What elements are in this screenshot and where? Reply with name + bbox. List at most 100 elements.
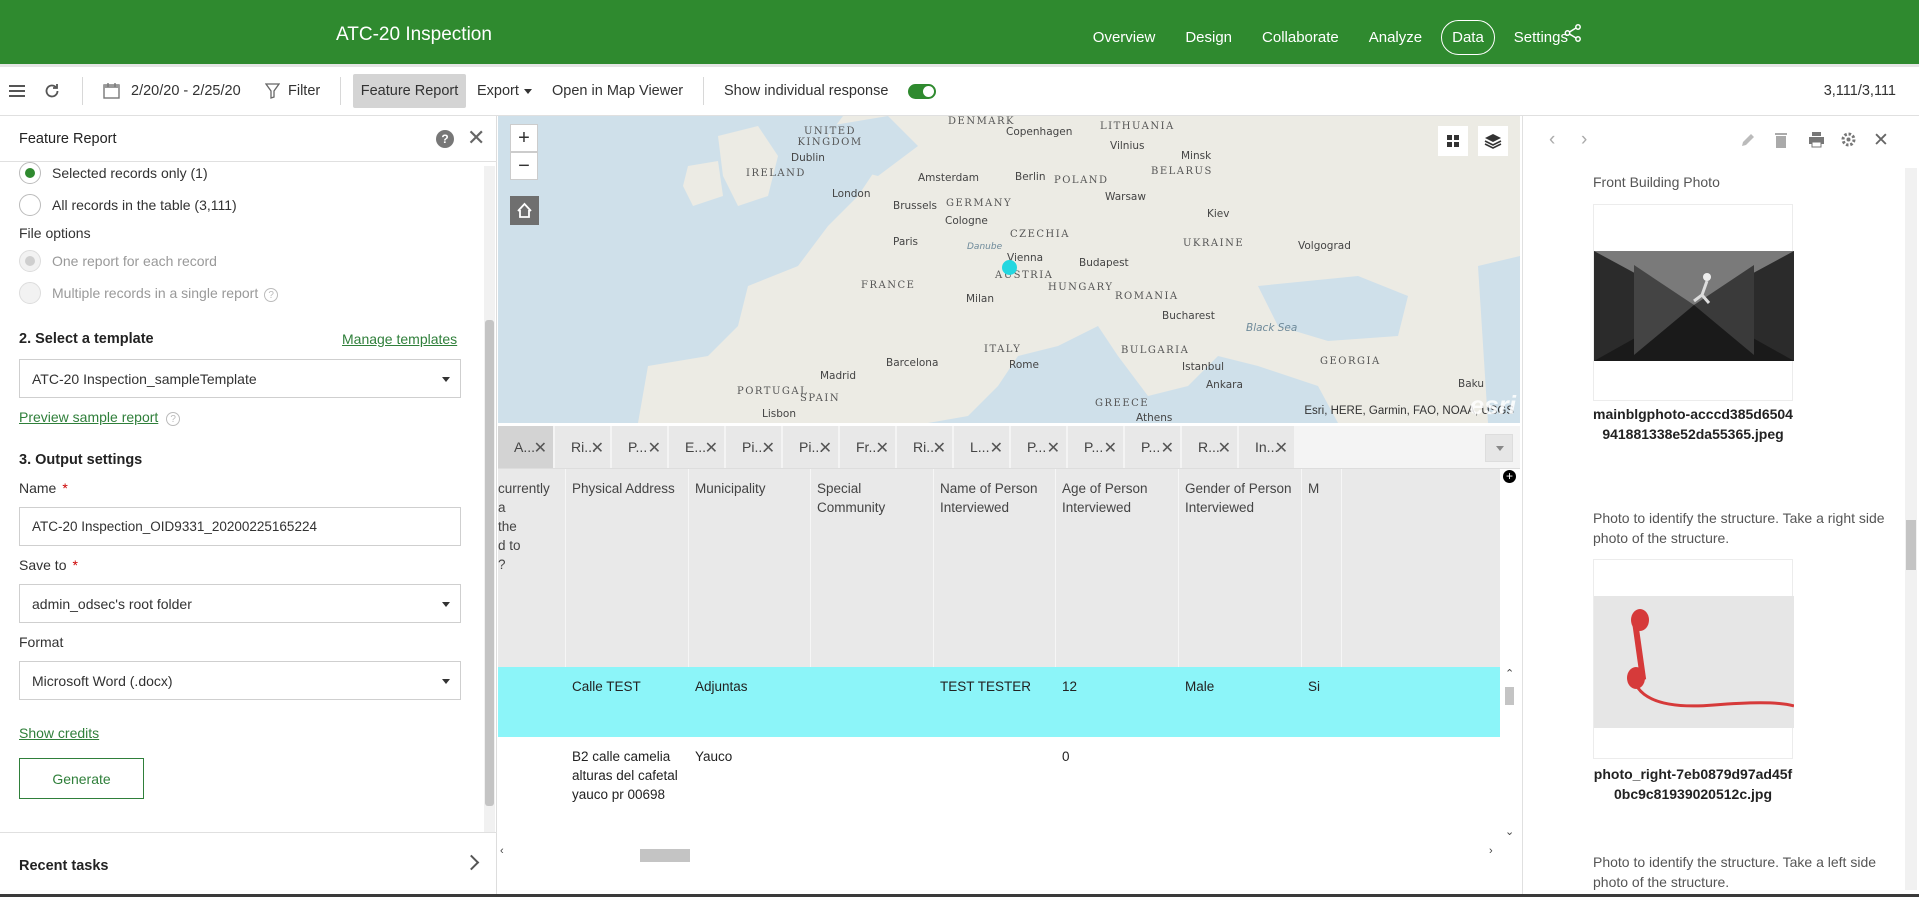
scroll-up-icon[interactable]: ⌃: [1505, 667, 1514, 680]
nav-overview[interactable]: Overview: [1082, 20, 1167, 55]
right-photo-card[interactable]: [1593, 559, 1795, 759]
column-tab[interactable]: P... ✕: [1125, 426, 1180, 468]
refresh-icon[interactable]: [43, 82, 61, 100]
template-select[interactable]: ATC-20 Inspection_sampleTemplate: [19, 359, 461, 398]
export-button[interactable]: Export: [477, 67, 532, 115]
open-map-viewer-button[interactable]: Open in Map Viewer: [552, 67, 683, 115]
edit-icon[interactable]: [1740, 132, 1756, 148]
scroll-down-icon[interactable]: ⌄: [1505, 825, 1514, 838]
menu-icon[interactable]: [9, 84, 25, 98]
column-tab[interactable]: Pi... ✕: [726, 426, 781, 468]
close-icon[interactable]: ✕: [705, 438, 718, 458]
close-icon[interactable]: ✕: [876, 438, 889, 458]
home-button[interactable]: [510, 196, 539, 225]
radio-each-record[interactable]: [19, 250, 41, 272]
nav-collaborate[interactable]: Collaborate: [1251, 20, 1350, 55]
table-vertical-scrollbar[interactable]: ⌃ ⌄: [1503, 667, 1516, 842]
table-horizontal-scrollbar[interactable]: ‹ ›: [498, 842, 1500, 864]
close-icon[interactable]: ✕: [933, 438, 946, 458]
close-icon[interactable]: ✕: [762, 438, 775, 458]
close-icon[interactable]: ✕: [648, 438, 661, 458]
close-icon[interactable]: ✕: [819, 438, 832, 458]
share-icon[interactable]: [1564, 24, 1582, 42]
basemap-gallery-button[interactable]: [1438, 126, 1468, 156]
radio-all-records[interactable]: [19, 194, 41, 216]
format-select[interactable]: Microsoft Word (.docx): [19, 661, 461, 700]
close-icon[interactable]: ✕: [467, 127, 485, 149]
column-tab[interactable]: Fr... ✕: [840, 426, 895, 468]
calendar-icon[interactable]: [103, 82, 120, 99]
date-range[interactable]: 2/20/20 - 2/25/20: [131, 67, 241, 115]
tabs-menu-button[interactable]: [1485, 434, 1513, 462]
trash-icon[interactable]: [1774, 131, 1788, 148]
front-photo-card[interactable]: [1593, 204, 1794, 401]
zoom-out-button[interactable]: −: [510, 152, 538, 180]
column-header[interactable]: Municipality: [689, 469, 811, 667]
column-header[interactable]: Physical Address: [566, 469, 689, 667]
column-tab[interactable]: P... ✕: [1068, 426, 1123, 468]
column-tab[interactable]: In... ✕: [1239, 426, 1294, 468]
map-marker[interactable]: [1002, 260, 1017, 275]
panel-header: Feature Report ? ✕: [0, 116, 497, 162]
chevron-left-icon[interactable]: ‹: [1549, 129, 1555, 151]
radio-selected-only[interactable]: [19, 162, 41, 184]
column-tab[interactable]: P... ✕: [1011, 426, 1066, 468]
column-tab[interactable]: Ri... ✕: [555, 426, 610, 468]
column-tab[interactable]: P... ✕: [612, 426, 667, 468]
nav-analyze[interactable]: Analyze: [1358, 20, 1433, 55]
column-tab[interactable]: L... ✕: [954, 426, 1009, 468]
column-header[interactable]: Gender of Person Interviewed: [1179, 469, 1302, 667]
help-icon[interactable]: ?: [436, 130, 454, 148]
scroll-left-icon[interactable]: ‹: [500, 845, 504, 857]
gear-icon[interactable]: [1840, 131, 1857, 148]
generate-button[interactable]: Generate: [19, 758, 144, 799]
help-icon[interactable]: ?: [264, 288, 279, 302]
nav-data[interactable]: Data: [1441, 20, 1495, 55]
close-icon[interactable]: ✕: [990, 438, 1003, 458]
save-to-select[interactable]: admin_odsec's root folder: [19, 584, 461, 623]
add-column-icon[interactable]: +: [1503, 470, 1516, 483]
scroll-thumb[interactable]: [1906, 520, 1916, 570]
name-input[interactable]: ATC-20 Inspection_OID9331_20200225165224: [19, 507, 461, 546]
column-header[interactable]: Name of Person Interviewed: [934, 469, 1056, 667]
filter-button[interactable]: Filter: [288, 67, 320, 115]
close-icon[interactable]: ✕: [1047, 438, 1060, 458]
close-icon[interactable]: ✕: [1161, 438, 1174, 458]
close-icon[interactable]: ✕: [1275, 438, 1288, 458]
close-icon[interactable]: ✕: [591, 438, 604, 458]
scroll-thumb[interactable]: [1505, 687, 1514, 705]
close-icon[interactable]: ✕: [1104, 438, 1117, 458]
chevron-right-icon[interactable]: ›: [1581, 129, 1587, 151]
manage-templates-link[interactable]: Manage templates: [342, 331, 457, 347]
nav-design[interactable]: Design: [1174, 20, 1243, 55]
show-credits-link[interactable]: Show credits: [19, 725, 99, 741]
preview-sample-link[interactable]: Preview sample report: [19, 409, 158, 425]
recent-tasks-bar[interactable]: Recent tasks: [0, 832, 497, 894]
column-header[interactable]: currently a the d to ?: [492, 469, 566, 667]
close-icon[interactable]: ✕: [1218, 438, 1231, 458]
show-individual-toggle[interactable]: [908, 84, 936, 99]
column-header[interactable]: M: [1302, 469, 1342, 667]
close-icon[interactable]: ✕: [1873, 129, 1889, 152]
layers-button[interactable]: [1478, 126, 1508, 156]
feature-report-button[interactable]: Feature Report: [353, 74, 466, 108]
radio-single-report[interactable]: [19, 282, 41, 304]
column-header[interactable]: Special Community: [811, 469, 934, 667]
scroll-thumb[interactable]: [640, 849, 690, 862]
scroll-right-icon[interactable]: ›: [1489, 845, 1493, 857]
column-tab[interactable]: R... ✕: [1182, 426, 1237, 468]
print-icon[interactable]: [1808, 131, 1825, 148]
map-view[interactable]: DENMARK UNITED KINGDOM Dublin IRELAND Lo…: [498, 116, 1520, 423]
column-tab[interactable]: A... ✕: [498, 426, 553, 468]
column-header[interactable]: Age of Person Interviewed: [1056, 469, 1179, 667]
filter-icon[interactable]: [265, 83, 280, 99]
column-tab[interactable]: Ri... ✕: [897, 426, 952, 468]
table-row[interactable]: Calle TEST Adjuntas TEST TESTER 12 Male Si: [498, 667, 1500, 737]
close-icon[interactable]: ✕: [534, 438, 547, 458]
table-row[interactable]: B2 calle camelia alturas del cafetal yau…: [498, 737, 1500, 842]
zoom-in-button[interactable]: +: [510, 124, 538, 152]
column-tab[interactable]: Pi... ✕: [783, 426, 838, 468]
response-scrollbar[interactable]: [1905, 168, 1917, 890]
column-tab[interactable]: E... ✕: [669, 426, 724, 468]
help-icon[interactable]: ?: [166, 412, 181, 426]
